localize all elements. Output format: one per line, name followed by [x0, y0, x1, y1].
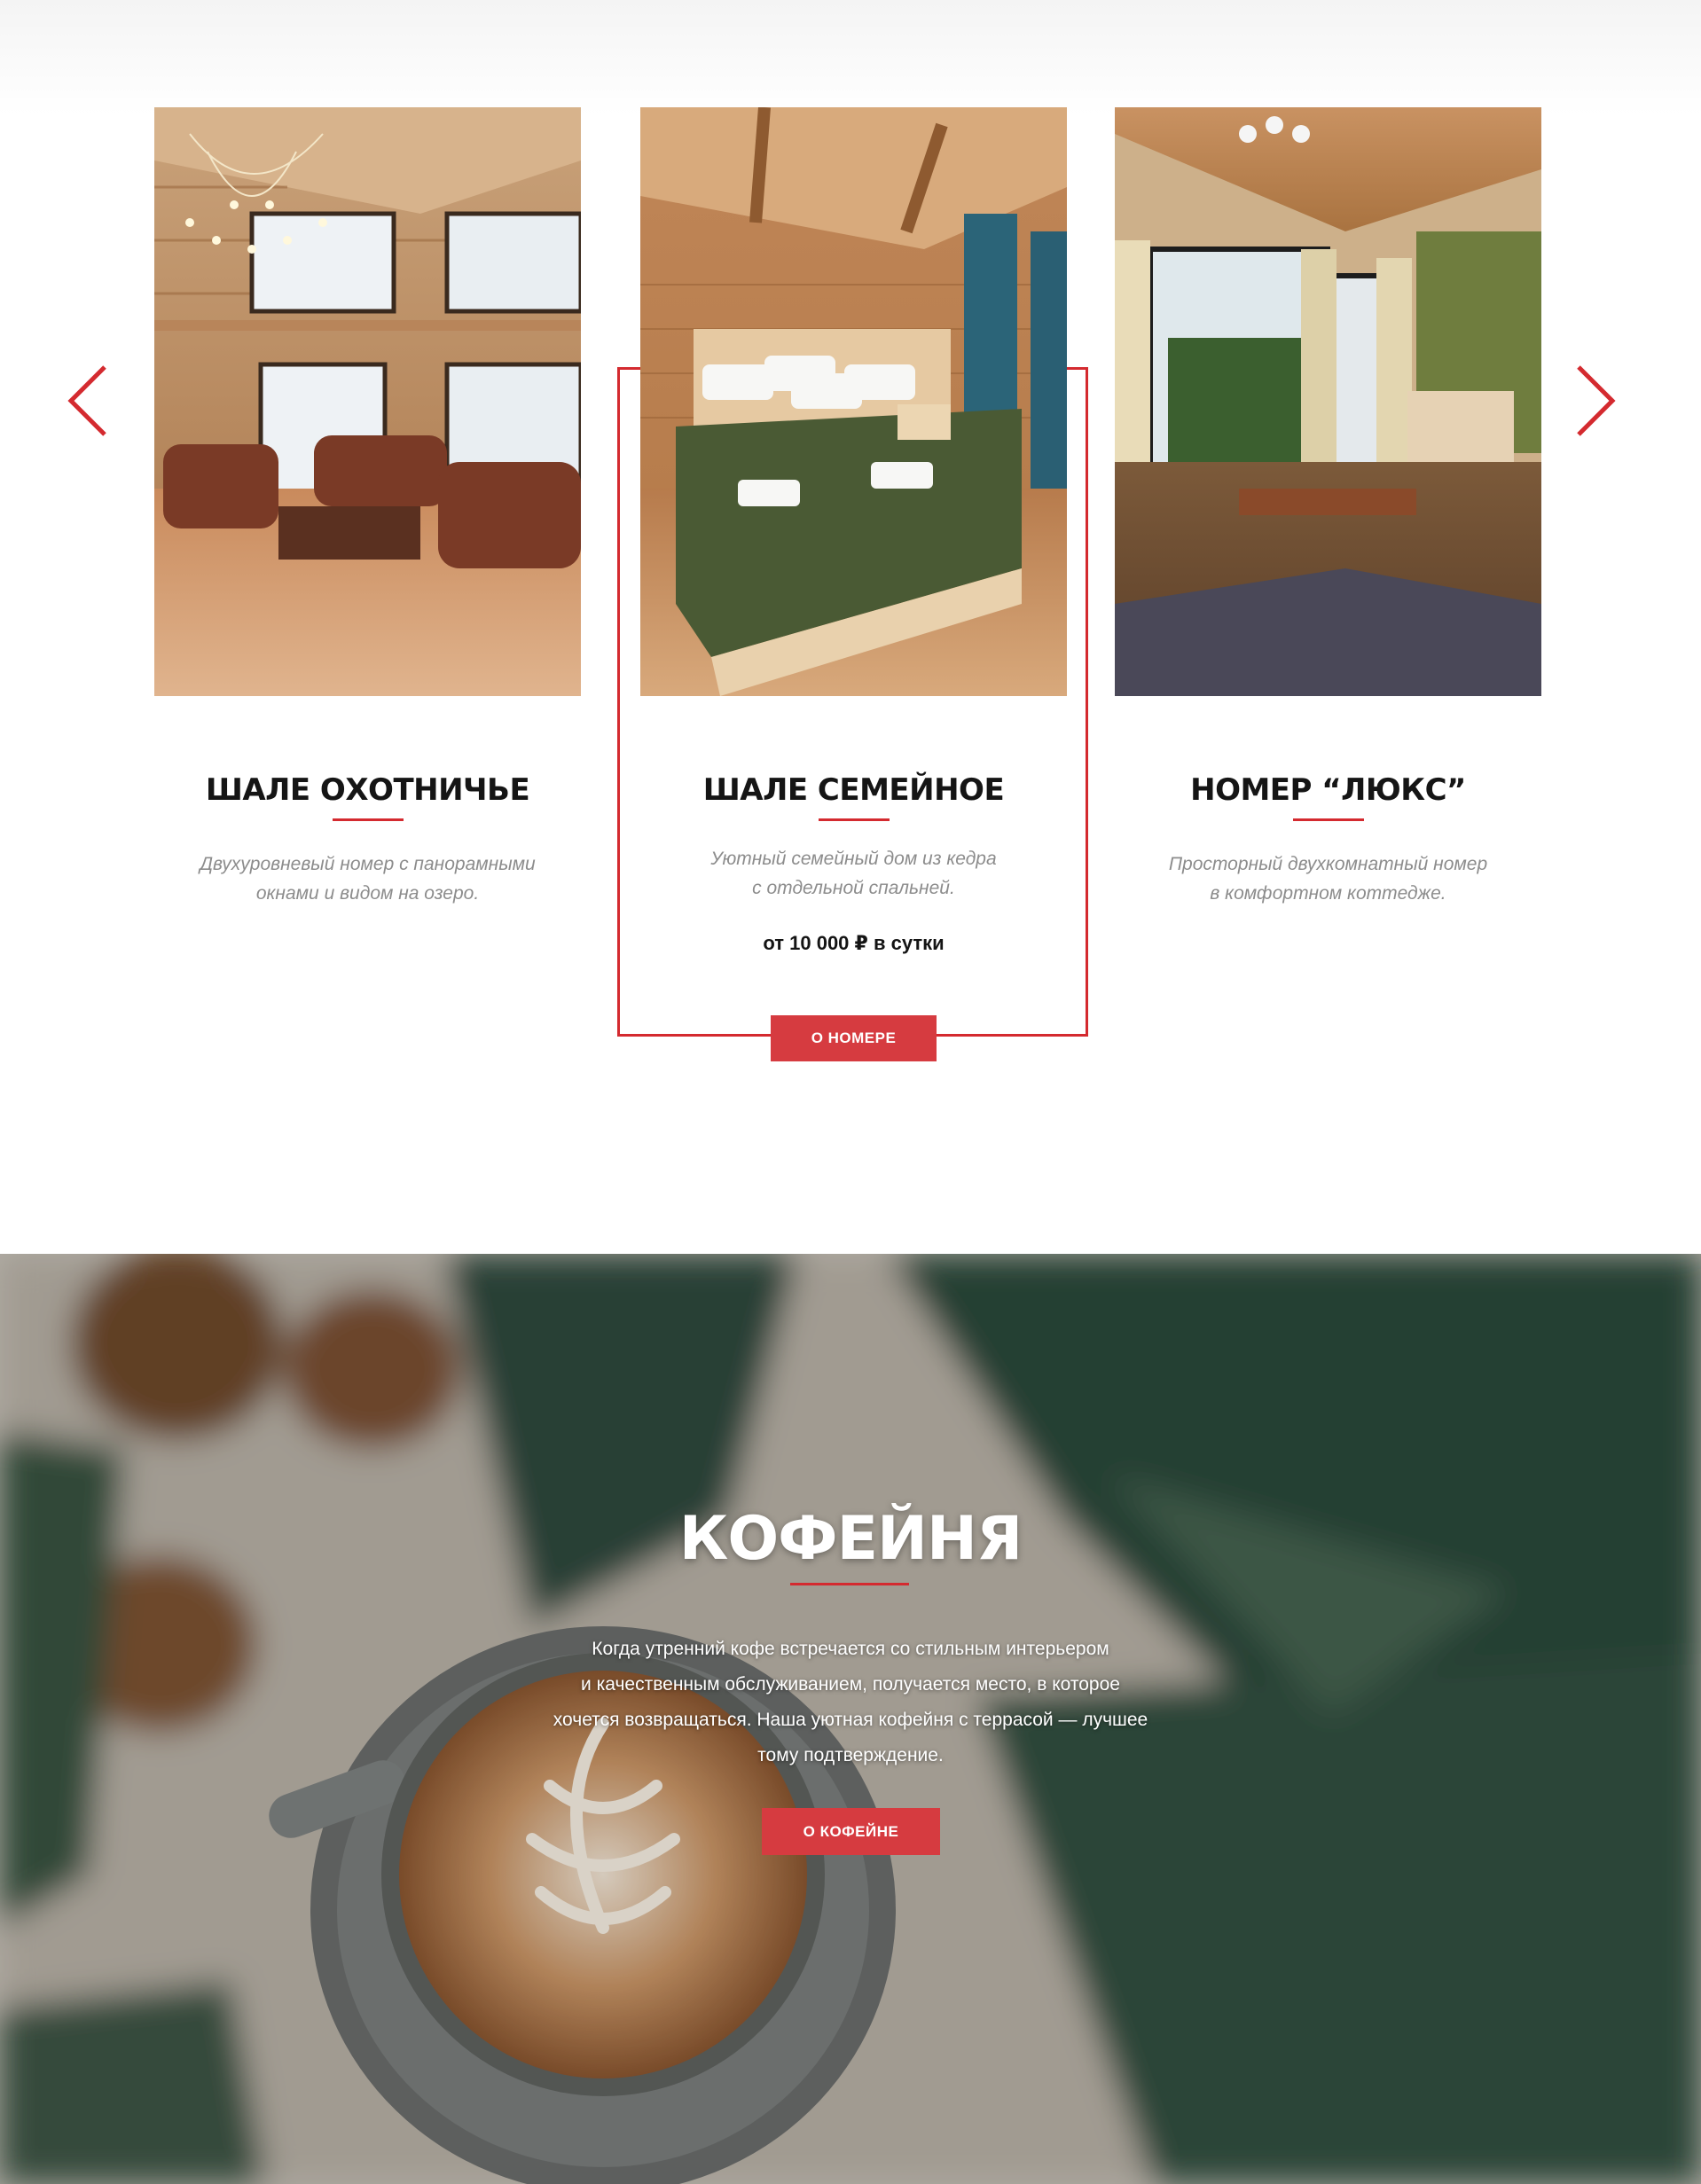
- room-card-hunting-chalet[interactable]: ШАЛЕ ОХОТНИЧЬЕ Двухуровневый номер с пан…: [154, 107, 584, 908]
- room-photo-lux: [1115, 107, 1541, 696]
- room-description: Уютный семейный дом из кедра с отдельной…: [640, 844, 1067, 903]
- room-description: Просторный двухкомнатный номер в комфорт…: [1115, 849, 1541, 908]
- page-top-fade: [0, 0, 1701, 115]
- room-title: НОМЕР “ЛЮКС”: [1190, 772, 1466, 808]
- room-card-family-chalet[interactable]: ШАЛЕ СЕМЕЙНОЕ Уютный семейный дом из кед…: [640, 106, 1067, 955]
- room-photo-hunting-chalet: [154, 107, 584, 696]
- cafe-description-line: хочется возвращаться. Наша уютная кофейн…: [553, 1710, 1148, 1730]
- room-description-line: Уютный семейный дом из кедра: [710, 849, 997, 869]
- chevron-left-icon[interactable]: [67, 364, 110, 438]
- title-underline: [332, 818, 404, 821]
- room-description: Двухуровневый номер с панорамными окнами…: [154, 849, 581, 908]
- about-cafe-button[interactable]: О КОФЕЙНЕ: [762, 1808, 940, 1855]
- cafe-description: Когда утренний кофе встречается со стиль…: [496, 1632, 1205, 1773]
- room-photo-family-chalet: [640, 106, 1067, 696]
- room-title: ШАЛЕ ОХОТНИЧЬЕ: [205, 772, 530, 808]
- cafe-title-underline: [790, 1583, 909, 1585]
- about-room-button[interactable]: О НОМЕРЕ: [771, 1015, 937, 1061]
- room-title: ШАЛЕ СЕМЕЙНОЕ: [702, 772, 1005, 808]
- cafe-description-line: тому подтверждение.: [757, 1745, 944, 1765]
- chevron-right-icon[interactable]: [1573, 364, 1616, 438]
- cafe-description-line: Когда утренний кофе встречается со стиль…: [592, 1639, 1109, 1659]
- room-description-line: в комфортном коттедже.: [1210, 883, 1446, 904]
- room-description-line: Просторный двухкомнатный номер: [1168, 854, 1488, 874]
- room-price: от 10 000 ₽ в сутки: [763, 932, 945, 954]
- cafe-title: КОФЕЙНЯ: [678, 1504, 1023, 1574]
- room-description-line: окнами и видом на озеро.: [255, 883, 480, 904]
- room-description-line: Двухуровневый номер с панорамными: [200, 854, 536, 874]
- title-underline: [1292, 818, 1364, 821]
- cafe-description-line: и качественным обслуживанием, получается…: [581, 1674, 1120, 1695]
- room-card-lux[interactable]: НОМЕР “ЛЮКС” Просторный двухкомнатный но…: [1115, 107, 1541, 908]
- room-description-line: с отдельной спальней.: [752, 878, 955, 898]
- title-underline: [818, 818, 890, 821]
